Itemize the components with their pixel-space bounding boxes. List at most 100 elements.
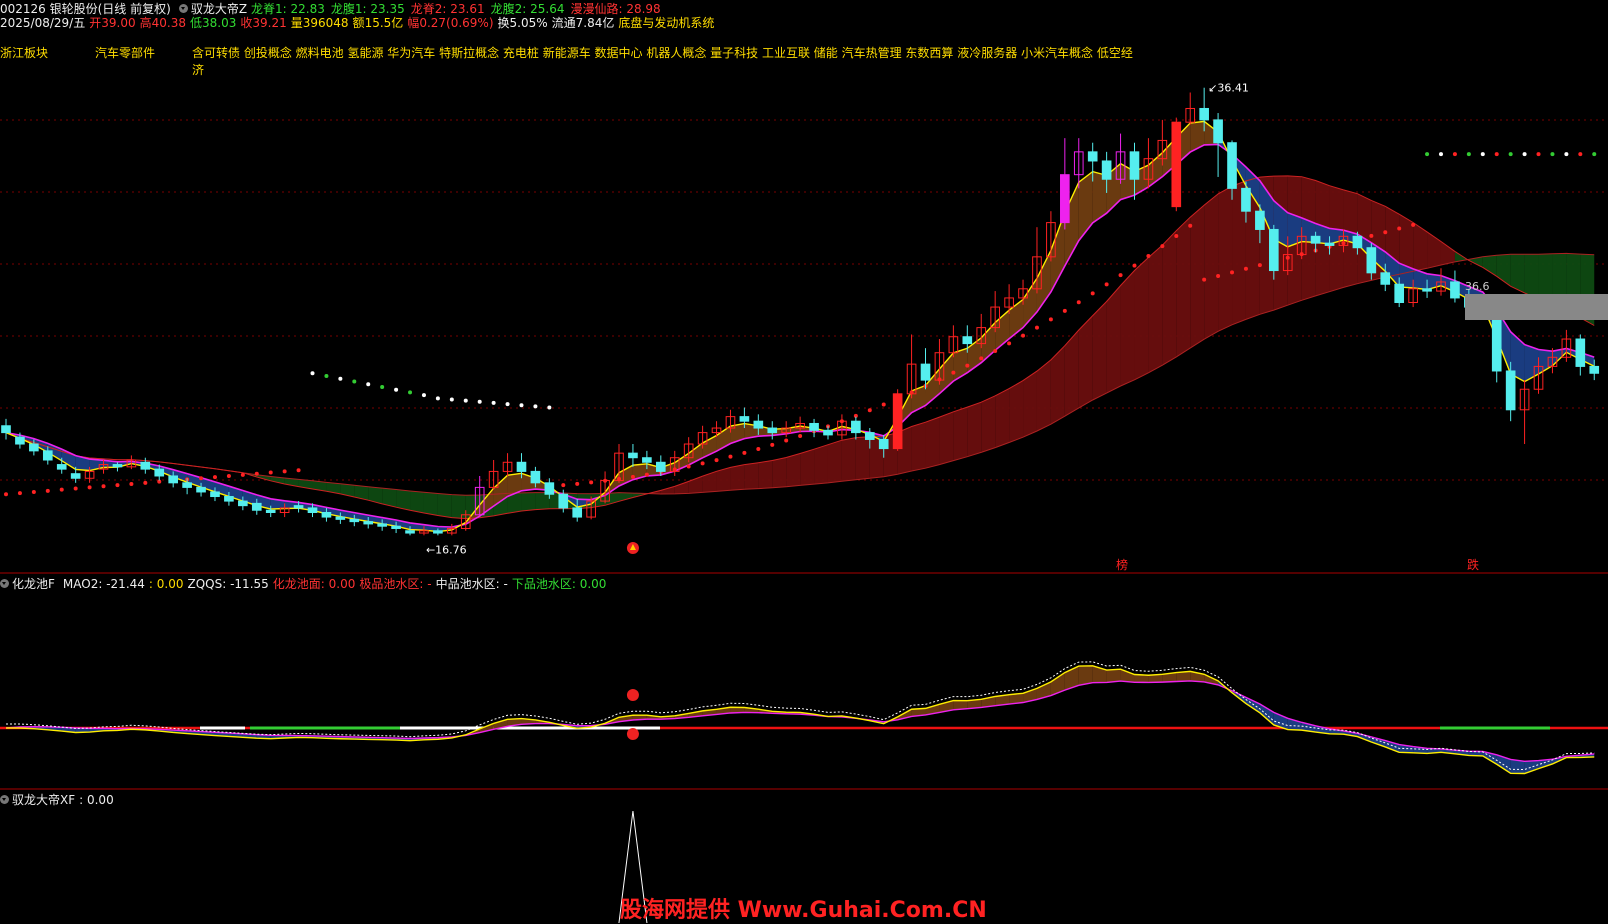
sar-dot — [255, 472, 259, 476]
sar-dot — [575, 482, 579, 486]
candle-body — [378, 524, 387, 526]
candle-body — [392, 526, 401, 528]
candle-body — [71, 474, 80, 479]
sar-dot — [1481, 152, 1485, 156]
sar-dot — [1119, 273, 1123, 277]
long-band-segment — [912, 422, 926, 471]
sar-dot — [1578, 152, 1582, 156]
candle-body — [1102, 161, 1111, 179]
sar-dot — [631, 475, 635, 479]
sar-dot — [1564, 152, 1568, 156]
sar-dot — [993, 349, 997, 353]
long-band-segment — [786, 454, 800, 487]
candle-body — [517, 462, 526, 471]
sar-dot — [450, 398, 454, 402]
sar-dot — [436, 396, 440, 400]
sar-dot — [1411, 223, 1415, 227]
dropdown-icon[interactable] — [0, 579, 9, 588]
dropdown-icon[interactable] — [0, 795, 9, 804]
candle-body — [1590, 366, 1599, 373]
osc-dotted-line — [6, 662, 1594, 770]
candle-body — [141, 462, 150, 469]
candle-body — [545, 483, 554, 494]
candle-body — [1088, 152, 1097, 161]
mao2-label: MAO2: — [63, 577, 102, 591]
sar-dot — [1537, 152, 1541, 156]
sar-dot — [1592, 152, 1596, 156]
long-band-segment — [535, 493, 549, 510]
long-band-segment — [967, 402, 981, 457]
fall-badge: 跌 — [1467, 557, 1479, 572]
sar-dot — [143, 481, 147, 485]
sar-dot — [311, 371, 315, 375]
zqqs-label: ZQQS: — [187, 577, 226, 591]
pool-indicator-chart[interactable] — [0, 590, 1608, 790]
candle-body — [239, 501, 248, 506]
long-band-segment — [1162, 231, 1176, 365]
osc-fast-line — [6, 666, 1594, 774]
long-band-segment — [814, 445, 828, 484]
long-band-segment — [1176, 217, 1190, 357]
long-band-segment — [1121, 271, 1135, 387]
price-chart[interactable]: ↙36.41←16.7636.6榜跌 — [0, 0, 1608, 575]
candle-body — [1200, 108, 1209, 119]
sar-dot — [464, 399, 468, 403]
candle-body — [197, 487, 206, 492]
long-band-segment — [1218, 186, 1232, 331]
panel2-name: 化龙池F — [12, 577, 55, 591]
candle-body — [1367, 248, 1376, 273]
sar-dot — [1077, 300, 1081, 304]
osc-band-segment — [1079, 666, 1093, 685]
sar-dot — [380, 385, 384, 389]
sar-dot — [1105, 282, 1109, 286]
long-band-segment — [675, 481, 689, 494]
long-band-segment — [1009, 381, 1023, 443]
candle-body — [810, 423, 819, 430]
long-band-segment — [828, 440, 842, 483]
long-band-segment — [1023, 371, 1037, 437]
sar-dot — [561, 483, 565, 487]
sar-dot — [1049, 317, 1053, 321]
long-band-segment — [800, 449, 814, 485]
candle-body — [656, 462, 665, 471]
candle-body — [1256, 211, 1265, 229]
sar-dot — [687, 465, 691, 469]
hlcm-label: 化龙池面: — [273, 577, 325, 591]
candle-body — [1423, 289, 1432, 291]
candle-body — [1228, 143, 1237, 189]
sar-dot — [742, 451, 746, 455]
sar-dot — [60, 488, 64, 492]
candle-body — [308, 508, 317, 513]
candle-body — [364, 522, 373, 524]
sar-dot — [965, 364, 969, 368]
osc-buy-marker-2-icon — [627, 728, 639, 740]
sar-dot — [115, 483, 119, 487]
candle-body — [768, 428, 777, 433]
candle-body — [879, 439, 888, 448]
sar-dot — [1188, 224, 1192, 228]
candle-body — [531, 471, 540, 482]
sar-dot — [18, 491, 22, 495]
sar-dot — [102, 484, 106, 488]
sar-dot — [32, 490, 36, 494]
candle-body — [57, 465, 66, 470]
sar-dot — [199, 476, 203, 480]
candle-body — [322, 513, 331, 518]
candle-body — [1130, 152, 1139, 179]
jp-label: 极品池水区: — [359, 577, 423, 591]
sar-dot — [506, 402, 510, 406]
sar-dot — [394, 388, 398, 392]
candle-body — [1269, 229, 1278, 270]
sar-dot — [1467, 152, 1471, 156]
long-band-segment — [1525, 254, 1539, 299]
candle-body — [169, 476, 178, 483]
candle-body — [183, 483, 192, 488]
osc-buy-marker-icon — [627, 689, 639, 701]
long-band-segment — [1148, 245, 1162, 373]
long-band-segment — [1093, 301, 1107, 400]
sar-dot — [979, 356, 983, 360]
sar-dot — [297, 468, 301, 472]
sar-dot — [227, 474, 231, 478]
candle-body — [43, 451, 52, 460]
sar-dot — [422, 393, 426, 397]
